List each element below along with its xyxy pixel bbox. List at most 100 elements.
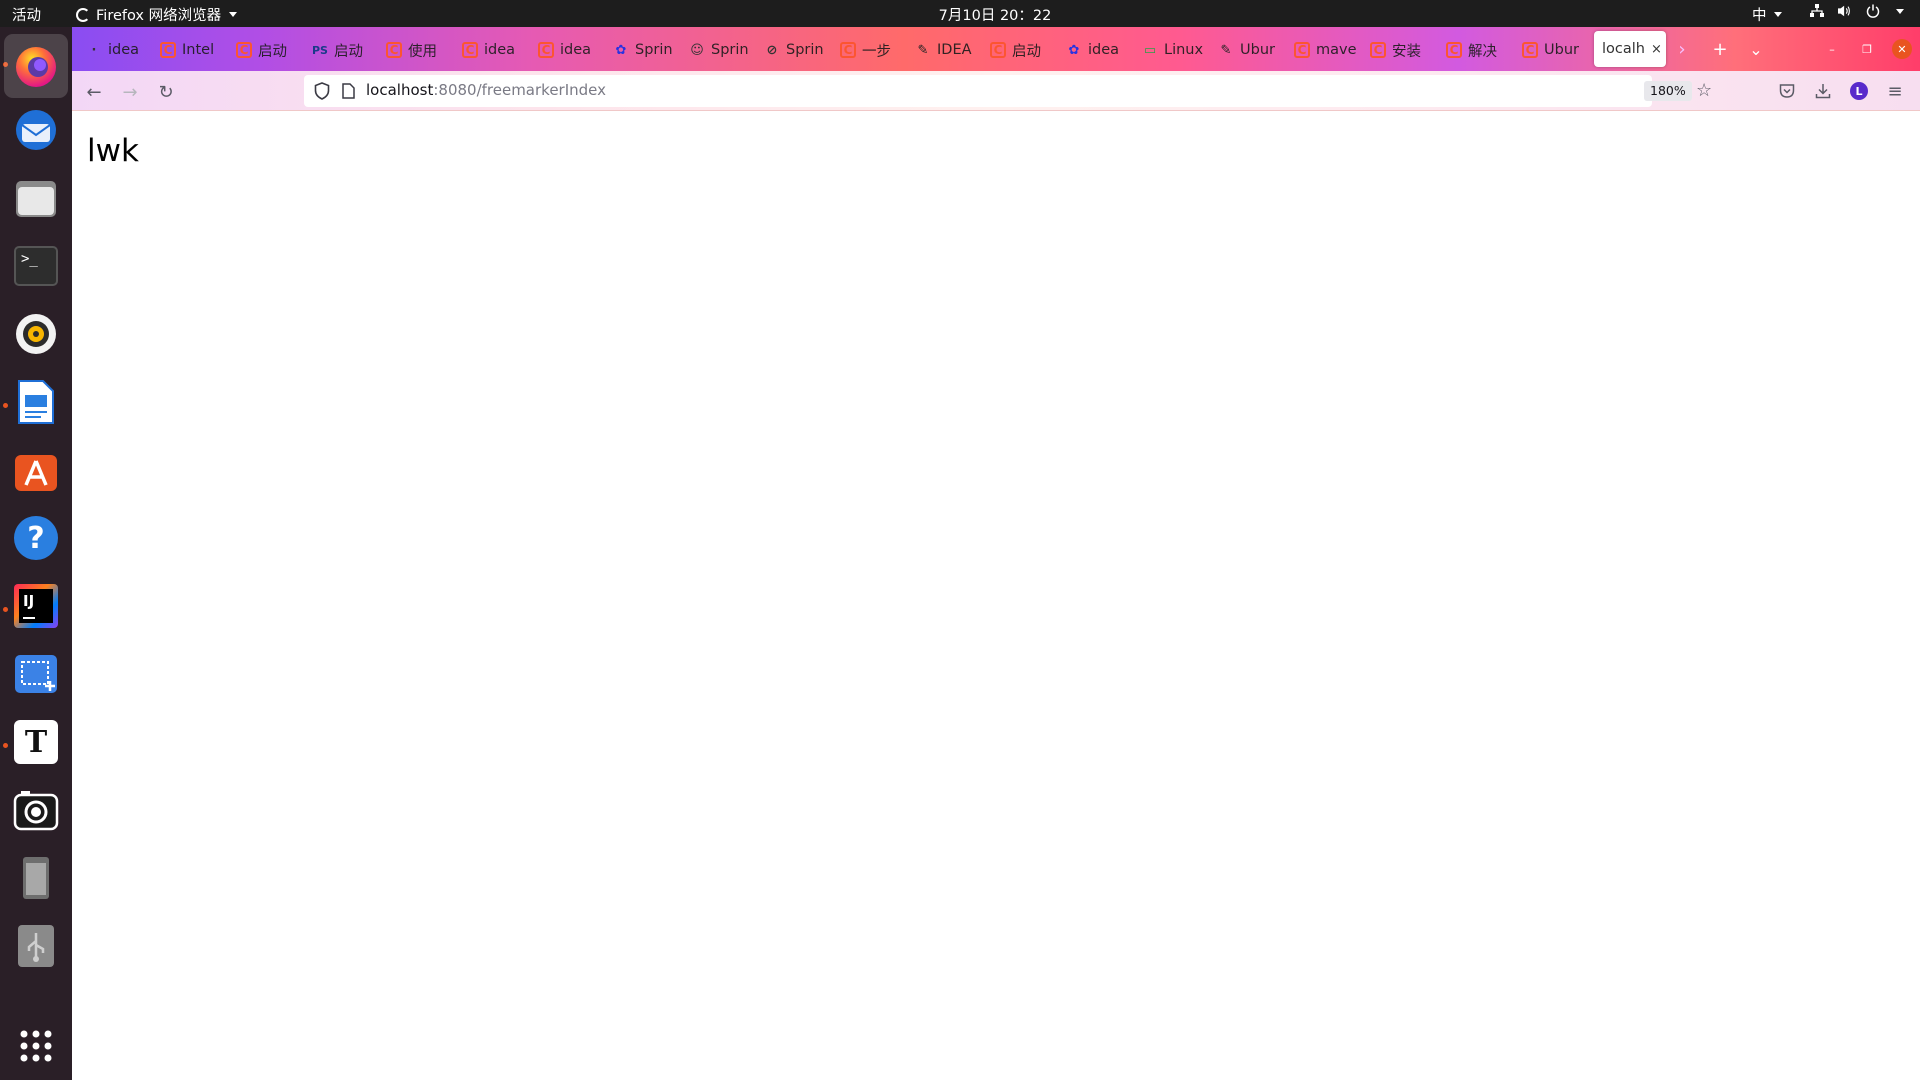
pocket-button[interactable]: [1775, 79, 1799, 103]
dock-usb-drive[interactable]: [10, 920, 62, 972]
csdn-icon: C: [386, 42, 402, 58]
idea-icon: ·: [91, 42, 97, 58]
tab[interactable]: C 启动: [990, 35, 1060, 65]
tab-title: idea: [1088, 42, 1120, 58]
dock-help[interactable]: ?: [10, 512, 62, 564]
reload-button[interactable]: ↻: [152, 78, 180, 106]
minimize-button[interactable]: –: [1822, 39, 1842, 59]
forward-button[interactable]: →: [116, 78, 144, 106]
tab[interactable]: ⊘ Sprin: [764, 35, 834, 65]
dock-text-editor[interactable]: T: [10, 716, 62, 768]
gnome-top-bar: 活动 Firefox 网络浏览器 7月10日 20：22 中: [0, 0, 1920, 27]
downloads-button[interactable]: [1811, 79, 1835, 103]
dock-screenshot[interactable]: [10, 648, 62, 700]
tab-title: 一步: [862, 43, 891, 60]
caret-down-icon: [1773, 12, 1782, 17]
dock-terminal[interactable]: >_: [10, 240, 62, 292]
system-menu[interactable]: [1810, 4, 1904, 18]
tab-title: localh: [1602, 41, 1645, 57]
csdn-icon: C: [462, 42, 478, 58]
csdn-icon: C: [236, 42, 252, 58]
hamburger-menu-button[interactable]: ≡: [1883, 79, 1907, 103]
tab-current[interactable]: localh ×: [1594, 31, 1666, 67]
pocket-icon: [1779, 84, 1795, 98]
input-method-menu[interactable]: 中: [1752, 4, 1782, 25]
tracking-protection-shield-icon[interactable]: [314, 82, 330, 100]
tab[interactable]: · idea: [86, 35, 156, 65]
tab[interactable]: C mave: [1294, 35, 1364, 65]
running-indicator: [3, 607, 8, 612]
tab[interactable]: ✿ Sprin: [613, 35, 683, 65]
ubuntu-dock: >_ ? IJ T: [0, 27, 72, 1080]
page-info-icon[interactable]: [342, 83, 355, 99]
new-tab-button[interactable]: +: [1708, 37, 1732, 61]
text-editor-glyph: T: [24, 724, 48, 760]
tab-title: idea: [484, 42, 516, 58]
dock-intellij-idea[interactable]: IJ: [10, 580, 62, 632]
download-icon: [1815, 84, 1831, 99]
tab[interactable]: C 使用: [386, 35, 456, 65]
dock-show-applications[interactable]: [10, 1020, 62, 1072]
tab[interactable]: C 启动: [236, 35, 306, 65]
tab[interactable]: ✎ IDEA: [915, 35, 985, 65]
power-icon: [1866, 4, 1880, 18]
tab-title: Sprin: [635, 42, 673, 58]
bookmark-star-icon[interactable]: ☆: [1696, 80, 1712, 101]
back-button[interactable]: ←: [80, 78, 108, 106]
dock-thunderbird[interactable]: [10, 104, 62, 156]
dock-rhythmbox[interactable]: [10, 308, 62, 360]
thunderbird-icon: [16, 110, 56, 150]
page-content: lwk: [72, 112, 1920, 1080]
app-menu[interactable]: Firefox 网络浏览器: [76, 4, 238, 25]
tab-strip: · idea C Intel C 启动 PS 启动 C 使用 C idea C …: [72, 27, 1920, 71]
tab[interactable]: C idea: [538, 35, 608, 65]
dock-files[interactable]: [10, 172, 62, 224]
tab[interactable]: C 解决: [1446, 35, 1516, 65]
tab[interactable]: C idea: [462, 35, 532, 65]
url-host: localhost: [366, 81, 434, 99]
running-indicator: [3, 403, 8, 408]
url-bar[interactable]: localhost:8080/freemarkerIndex 180% ☆: [304, 75, 1712, 107]
tab-title: IDEA: [937, 42, 972, 58]
tab[interactable]: ✎ Ubur: [1218, 35, 1288, 65]
list-all-tabs-button[interactable]: ⌄: [1744, 37, 1768, 61]
tab[interactable]: C Intel: [160, 35, 230, 65]
tab-title: 安装: [1392, 43, 1421, 60]
tab-title: Ubur: [1544, 42, 1579, 58]
account-button[interactable]: L: [1847, 79, 1871, 103]
activities-button[interactable]: 活动: [12, 4, 41, 25]
scroll-tabs-right-icon[interactable]: ›: [1670, 37, 1694, 61]
running-indicator: [3, 743, 8, 748]
tab[interactable]: PS 启动: [312, 35, 382, 65]
software-center-icon: [15, 455, 57, 491]
document-writer-icon: [18, 380, 54, 424]
tab-title: Sprin: [711, 42, 749, 58]
navigation-toolbar: ← → ↻ localhost:8080/freemarkerIndex 180…: [72, 71, 1920, 111]
dock-camera[interactable]: [10, 784, 62, 836]
tab-title: Intel: [182, 42, 215, 58]
tab[interactable]: ▭ Linux: [1142, 35, 1212, 65]
tab[interactable]: ☺ Sprin: [689, 35, 759, 65]
close-window-button[interactable]: ✕: [1892, 39, 1912, 59]
tab-title: idea: [560, 42, 592, 58]
tab-title: idea: [108, 42, 140, 58]
tab[interactable]: C Ubur: [1522, 35, 1592, 65]
zoom-indicator[interactable]: 180%: [1644, 81, 1692, 101]
tab[interactable]: ✿ idea: [1066, 35, 1136, 65]
dock-ubuntu-software[interactable]: [10, 444, 62, 496]
dock-libreoffice-writer[interactable]: [10, 376, 62, 428]
tab-title: 启动: [334, 43, 363, 60]
csdn-icon: C: [160, 42, 176, 58]
terminal-glyph: >_: [21, 251, 38, 267]
tab[interactable]: C 安装: [1370, 35, 1440, 65]
url-text[interactable]: localhost:8080/freemarkerIndex: [366, 81, 606, 99]
dock-removable-drive[interactable]: [10, 852, 62, 904]
dock-firefox[interactable]: [4, 34, 68, 98]
app-menu-label: Firefox 网络浏览器: [96, 8, 222, 24]
clock[interactable]: 7月10日 20：22: [939, 8, 1052, 24]
close-tab-icon[interactable]: ×: [1651, 42, 1662, 57]
tab[interactable]: C 一步: [840, 35, 910, 65]
csdn-icon: C: [538, 42, 554, 58]
caret-down-icon: [229, 12, 238, 17]
restore-button[interactable]: ❐: [1857, 39, 1877, 59]
